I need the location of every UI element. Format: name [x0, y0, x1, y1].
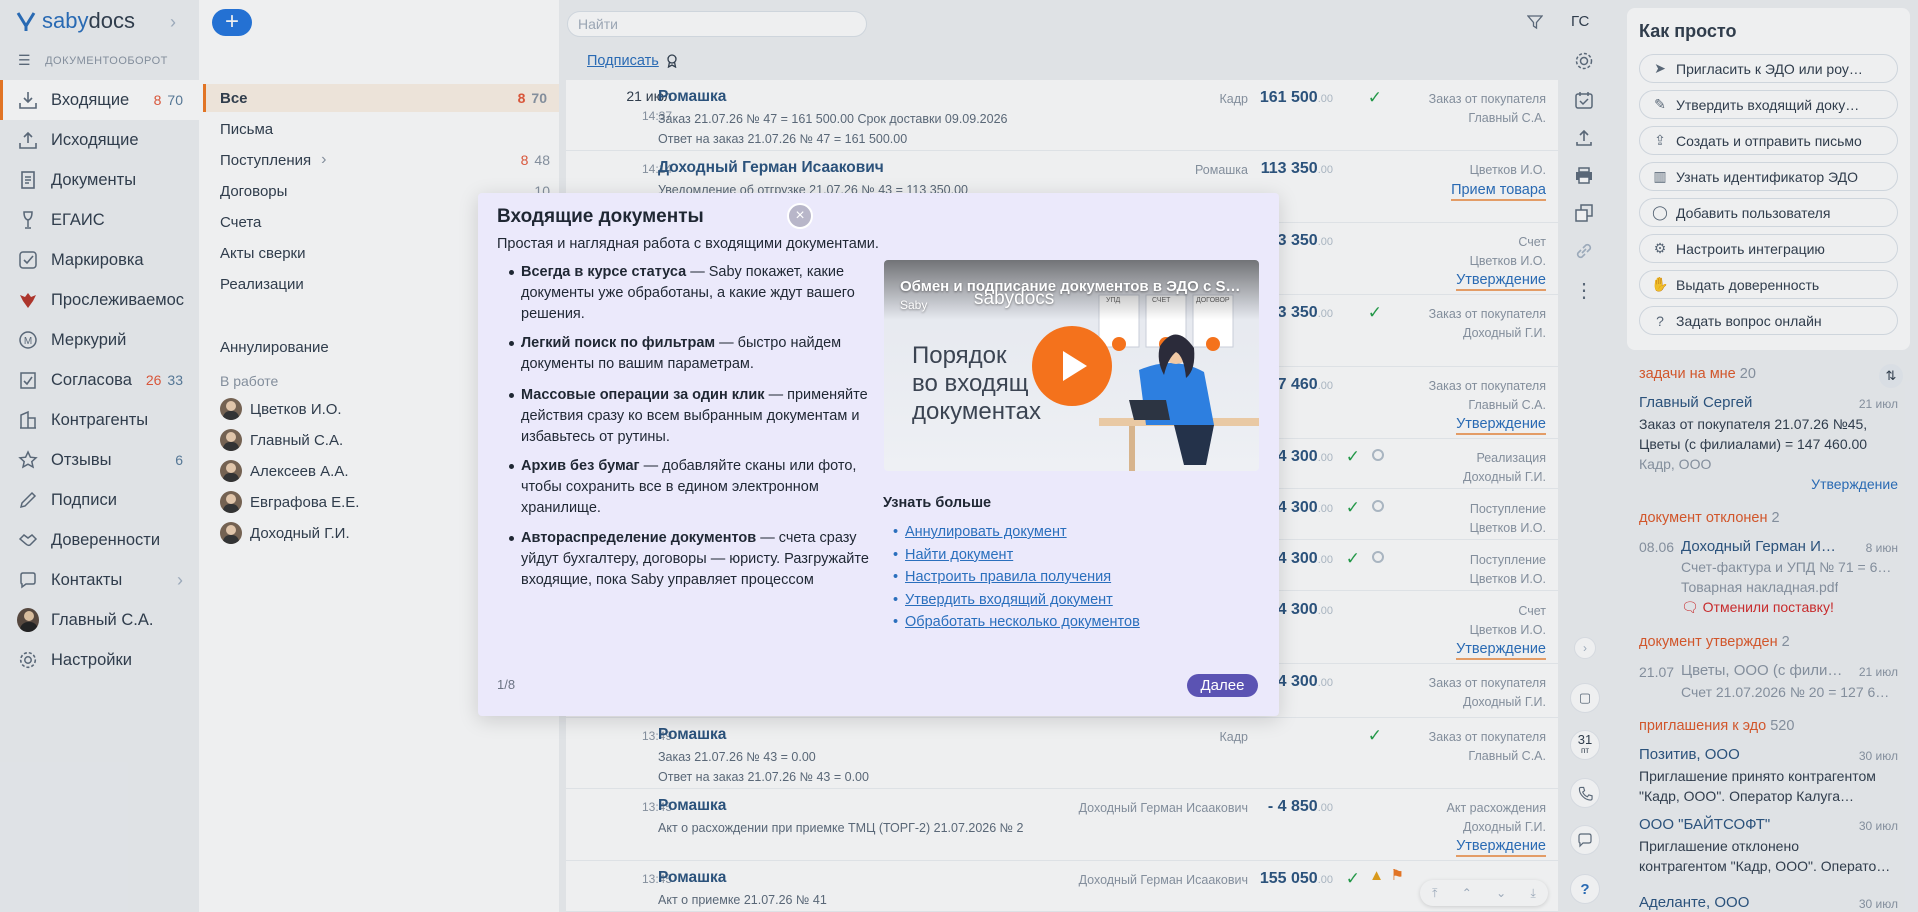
- feature-bullet-title: Массовые операции за один клик: [521, 387, 765, 403]
- video-headline-line: во входящ: [912, 370, 1029, 397]
- play-icon[interactable]: [1032, 326, 1112, 406]
- video-doc-tag: УПД: [1106, 297, 1121, 304]
- video-channel: Saby: [900, 298, 928, 312]
- video-title: Обмен и подписание документов в ЭДО с S…: [900, 278, 1241, 295]
- video-headline: Порядок во входящ документах: [912, 342, 1041, 426]
- video-doc-tag: СЧЕТ: [1152, 297, 1171, 304]
- video-player[interactable]: Обмен и подписание документов в ЭДО с S……: [884, 260, 1259, 471]
- feature-bullet: Массовые операции за один клик — применя…: [509, 385, 875, 448]
- feature-bullet-title: Архив без бумаг: [521, 458, 640, 474]
- learn-more-link[interactable]: Настроить правила получения: [893, 569, 1111, 585]
- feature-bullet: Автораспределение документов — счета сра…: [509, 528, 875, 591]
- feature-bullet: Легкий поиск по фильтрам — быстро найдем…: [509, 333, 875, 375]
- dialog-subtitle: Простая и наглядная работа с входящими д…: [497, 236, 879, 252]
- dialog-title: Входящие документы: [497, 206, 704, 227]
- learn-more-link[interactable]: Утвердить входящий документ: [893, 592, 1113, 608]
- feature-bullet: Всегда в курсе статуса — Saby покажет, к…: [509, 262, 875, 325]
- dialog-pager: 1/8: [497, 677, 516, 692]
- onboarding-dialog: Входящие документы Простая и наглядная р…: [478, 193, 1279, 716]
- learn-more-link[interactable]: Найти документ: [893, 547, 1013, 563]
- video-headline-line: Порядок: [912, 342, 1007, 369]
- feature-bullet-title: Легкий поиск по фильтрам: [521, 335, 716, 351]
- learn-more-link[interactable]: Обработать несколько документов: [893, 614, 1140, 630]
- next-button[interactable]: Далее: [1187, 674, 1258, 697]
- learn-more-link[interactable]: Аннулировать документ: [893, 524, 1067, 540]
- close-icon[interactable]: ×: [787, 203, 813, 229]
- feature-bullet: Архив без бумаг — добавляйте сканы или ф…: [509, 456, 875, 519]
- video-headline-line: документах: [912, 398, 1042, 425]
- feature-bullet-title: Автораспределение документов: [521, 530, 757, 546]
- learn-more-title: Узнать больше: [883, 495, 992, 511]
- feature-bullet-title: Всегда в курсе статуса: [521, 264, 687, 280]
- video-logo-text: sabydocs: [974, 288, 1055, 309]
- video-doc-tag: ДОГОВОР: [1196, 297, 1230, 304]
